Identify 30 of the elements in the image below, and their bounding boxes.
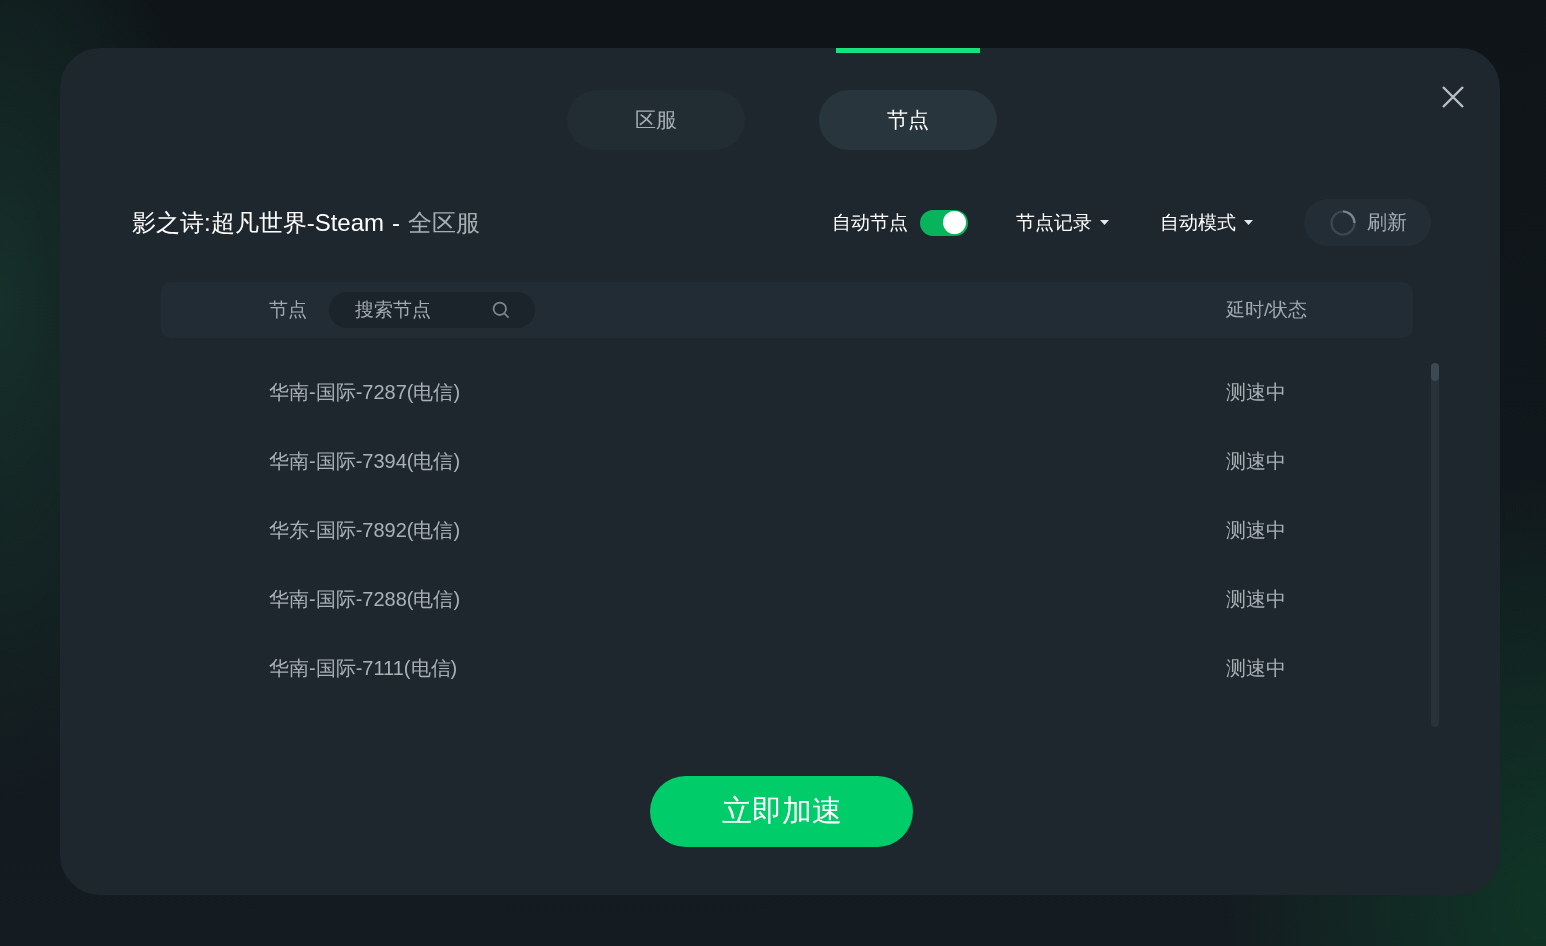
close-button[interactable]: [1442, 86, 1464, 108]
dropdown[interactable]: 自动模式: [1160, 209, 1253, 236]
node-status: 测速中: [1226, 449, 1286, 474]
auto-node-toggle[interactable]: [920, 209, 968, 236]
node-name: 华南-国际-7288(电信): [269, 587, 461, 612]
title-separator: -: [392, 208, 401, 237]
scrollbar-thumb[interactable]: [1431, 363, 1439, 381]
auto-node-label: 自动节点: [832, 210, 908, 235]
tab[interactable]: 区服: [566, 90, 745, 150]
node-name: 华南-国际-7111(电信): [269, 656, 458, 681]
node-name: 华南-国际-7394(电信): [269, 449, 461, 474]
caret-icon: [1100, 220, 1109, 225]
node-status: 测速中: [1226, 380, 1286, 405]
node-status: 测速中: [1226, 518, 1286, 543]
game-title: 影之诗:超凡世界-Steam: [132, 207, 385, 238]
scrollbar[interactable]: [1431, 363, 1439, 727]
node-name: 华南-国际-7287(电信): [269, 380, 461, 405]
dropdown[interactable]: 节点记录: [1016, 209, 1109, 236]
refresh-button[interactable]: 刷新: [1304, 199, 1431, 246]
caret-icon: [1244, 220, 1253, 225]
close-icon: [1442, 86, 1464, 108]
column-header: 延时/状态: [1226, 298, 1309, 322]
search-icon: [492, 301, 510, 319]
node-status: 测速中: [1226, 656, 1286, 681]
node-name: 华东-国际-7892(电信): [269, 518, 461, 543]
region-label: 全区服: [408, 207, 481, 238]
column-header: 节点: [269, 298, 307, 322]
loading-spinner-icon: [1330, 209, 1356, 236]
search-field[interactable]: 搜索节点: [329, 292, 535, 328]
node-status: 测速中: [1226, 587, 1286, 612]
